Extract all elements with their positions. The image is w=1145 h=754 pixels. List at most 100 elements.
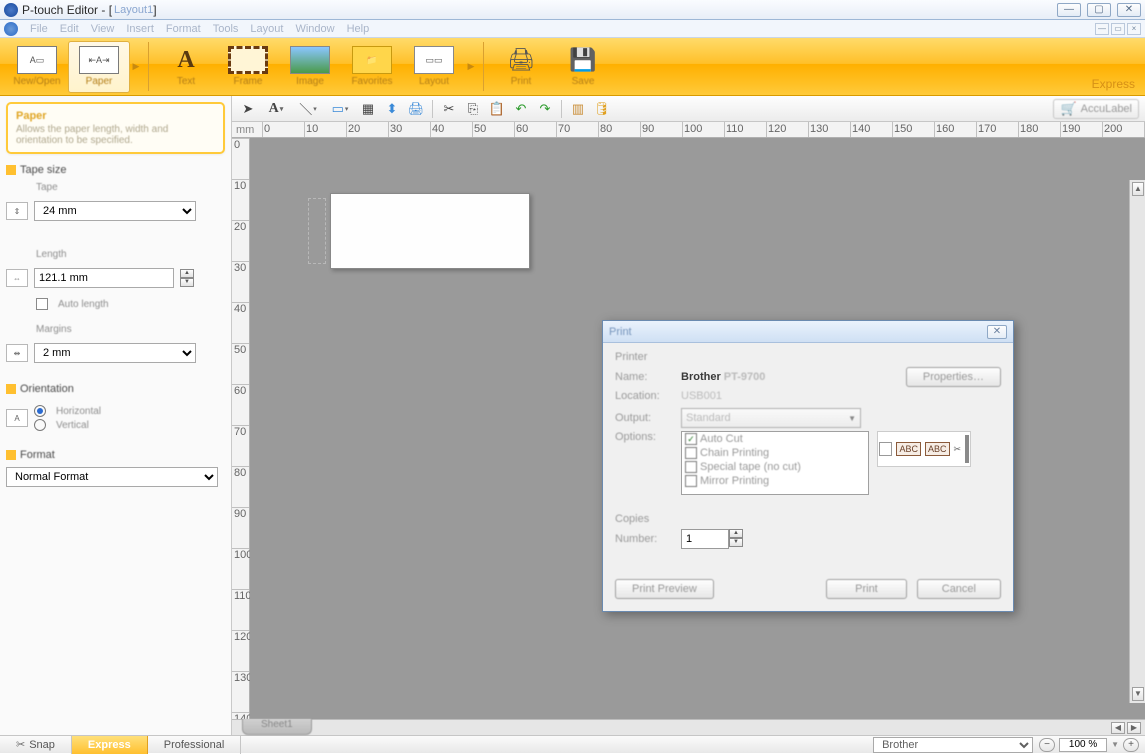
options-label: Options: — [615, 431, 681, 443]
window-close-button[interactable]: ✕ — [1117, 3, 1141, 17]
database-button[interactable]: 🛢 — [592, 99, 612, 119]
ribbon-mode-label: Express — [1092, 77, 1145, 95]
status-printer-select[interactable]: Brother — [873, 737, 1033, 753]
options-list[interactable]: ✓Auto Cut Chain Printing Special tape (n… — [681, 431, 869, 495]
ribbon-group2-expand[interactable]: ▶ — [465, 41, 477, 93]
cart-button[interactable]: 🛒AccuLabel — [1053, 99, 1139, 119]
label-handle — [308, 198, 326, 264]
redo-button[interactable]: ↷ — [535, 99, 555, 119]
length-input[interactable] — [34, 268, 174, 288]
line-tool[interactable]: ＼ — [294, 99, 322, 119]
mdi-minimize-button[interactable]: — — [1095, 23, 1109, 35]
pointer-tool[interactable]: ➤ — [238, 99, 258, 119]
screen-button[interactable]: ▥ — [568, 99, 588, 119]
ruler-horizontal: mm 0102030405060708090100110120130140150… — [232, 122, 1145, 138]
menu-window[interactable]: Window — [295, 23, 334, 35]
margin-select[interactable]: 2 mm — [34, 343, 196, 363]
auto-length-label: Auto length — [58, 299, 109, 310]
copy-button[interactable]: ⎘ — [463, 99, 483, 119]
menu-insert[interactable]: Insert — [126, 23, 154, 35]
zoom-input[interactable] — [1059, 738, 1107, 752]
side-panel: Paper Allows the paper length, width and… — [0, 96, 232, 735]
label-shape[interactable] — [330, 193, 530, 269]
undo-button[interactable]: ↶ — [511, 99, 531, 119]
dialog-titlebar[interactable]: Print ✕ — [603, 321, 1013, 343]
menu-help[interactable]: Help — [347, 23, 370, 35]
orientation-horizontal-radio[interactable] — [34, 405, 46, 417]
zoom-in-button[interactable]: + — [1123, 738, 1139, 752]
print-preview-button[interactable]: Print Preview — [615, 579, 714, 599]
menu-format[interactable]: Format — [166, 23, 201, 35]
ribbon-group1-expand[interactable]: ▶ — [130, 41, 142, 93]
menu-edit[interactable]: Edit — [60, 23, 79, 35]
window-maximize-button[interactable]: ▢ — [1087, 3, 1111, 17]
cancel-button[interactable]: Cancel — [917, 579, 1001, 599]
menu-bar: File Edit View Insert Format Tools Layou… — [0, 20, 1145, 38]
vertical-scrollbar[interactable]: ▲ ▼ — [1129, 180, 1145, 703]
vscroll-down[interactable]: ▼ — [1132, 687, 1144, 701]
ribbon-text[interactable]: AText — [155, 41, 217, 93]
length-spin-up[interactable]: ▲ — [180, 269, 194, 278]
mode-express-tab[interactable]: Express — [72, 736, 148, 754]
option-chain-checkbox[interactable] — [685, 447, 697, 459]
hscroll-right[interactable]: ▶ — [1127, 722, 1141, 734]
text-tool[interactable]: A — [262, 99, 290, 119]
sheet-tab[interactable]: Sheet1 — [242, 719, 312, 735]
copies-spin-up[interactable]: ▲ — [729, 529, 743, 538]
menu-tools[interactable]: Tools — [213, 23, 239, 35]
menu-file[interactable]: File — [30, 23, 48, 35]
mdi-close-button[interactable]: × — [1127, 23, 1141, 35]
ribbon-save[interactable]: 💾Save — [552, 41, 614, 93]
section-format: Format — [6, 449, 225, 461]
hint-title: Paper — [16, 110, 215, 122]
arrange-tool[interactable]: ⬍ — [382, 99, 402, 119]
ribbon-frame[interactable]: Frame — [217, 41, 279, 93]
mode-snap-tab[interactable]: ✂Snap — [0, 736, 72, 754]
menu-view[interactable]: View — [91, 23, 115, 35]
copies-spin-down[interactable]: ▼ — [729, 538, 743, 547]
length-icon: ⇔ — [6, 269, 28, 287]
option-autocut-checkbox[interactable]: ✓ — [685, 433, 697, 445]
ribbon-layout[interactable]: ▭▭Layout — [403, 41, 465, 93]
printer-name-label: Name: — [615, 371, 681, 383]
format-select[interactable]: Normal Format — [6, 467, 218, 487]
orientation-vertical-radio[interactable] — [34, 419, 46, 431]
dialog-close-button[interactable]: ✕ — [987, 325, 1007, 339]
shape-tool[interactable]: ▭ — [326, 99, 354, 119]
copies-group-label: Copies — [615, 513, 1001, 525]
zoom-out-button[interactable]: − — [1039, 738, 1055, 752]
tape-width-select[interactable]: 24 mm — [34, 201, 196, 221]
mode-professional-tab[interactable]: Professional — [148, 736, 242, 754]
ribbon-image[interactable]: Image — [279, 41, 341, 93]
document-name: Layout1 — [114, 4, 153, 16]
app-menu-icon[interactable] — [4, 22, 18, 36]
cut-button[interactable]: ✂ — [439, 99, 459, 119]
table-tool[interactable]: ▦ — [358, 99, 378, 119]
mdi-restore-button[interactable]: ▭ — [1111, 23, 1125, 35]
length-label: Length — [36, 249, 225, 260]
copies-number-label: Number: — [615, 533, 681, 545]
print-button[interactable]: Print — [826, 579, 907, 599]
ribbon-paper[interactable]: ⇤A⇥Paper — [68, 41, 130, 93]
vscroll-up[interactable]: ▲ — [1132, 182, 1144, 196]
output-select[interactable]: Standard▼ — [681, 408, 861, 428]
option-mirror-checkbox[interactable] — [685, 475, 697, 487]
dialog-title: Print — [609, 326, 632, 338]
ribbon-new-open[interactable]: A▭New/Open — [6, 41, 68, 93]
paste-button[interactable]: 📋 — [487, 99, 507, 119]
edit-toolbar: ➤ A ＼ ▭ ▦ ⬍ 🖨 ✂ ⎘ 📋 ↶ ↷ ▥ 🛢 🛒AccuLabel — [232, 96, 1145, 122]
menu-layout[interactable]: Layout — [250, 23, 283, 35]
length-spin-down[interactable]: ▼ — [180, 278, 194, 287]
printer-name-value: Brother PT-9700 — [681, 371, 765, 383]
hscroll-left[interactable]: ◀ — [1111, 722, 1125, 734]
ribbon-print[interactable]: 🖨Print — [490, 41, 552, 93]
option-special-checkbox[interactable] — [685, 461, 697, 473]
ribbon-favorites[interactable]: 📁Favorites — [341, 41, 403, 93]
quick-print-tool[interactable]: 🖨 — [406, 99, 426, 119]
copies-input[interactable] — [681, 529, 729, 549]
window-minimize-button[interactable]: — — [1057, 3, 1081, 17]
auto-length-checkbox[interactable] — [36, 298, 48, 310]
printer-properties-button[interactable]: Properties… — [906, 367, 1001, 387]
tape-icon: ⇕ — [6, 202, 28, 220]
hint-desc: Allows the paper length, width and orien… — [16, 124, 215, 146]
